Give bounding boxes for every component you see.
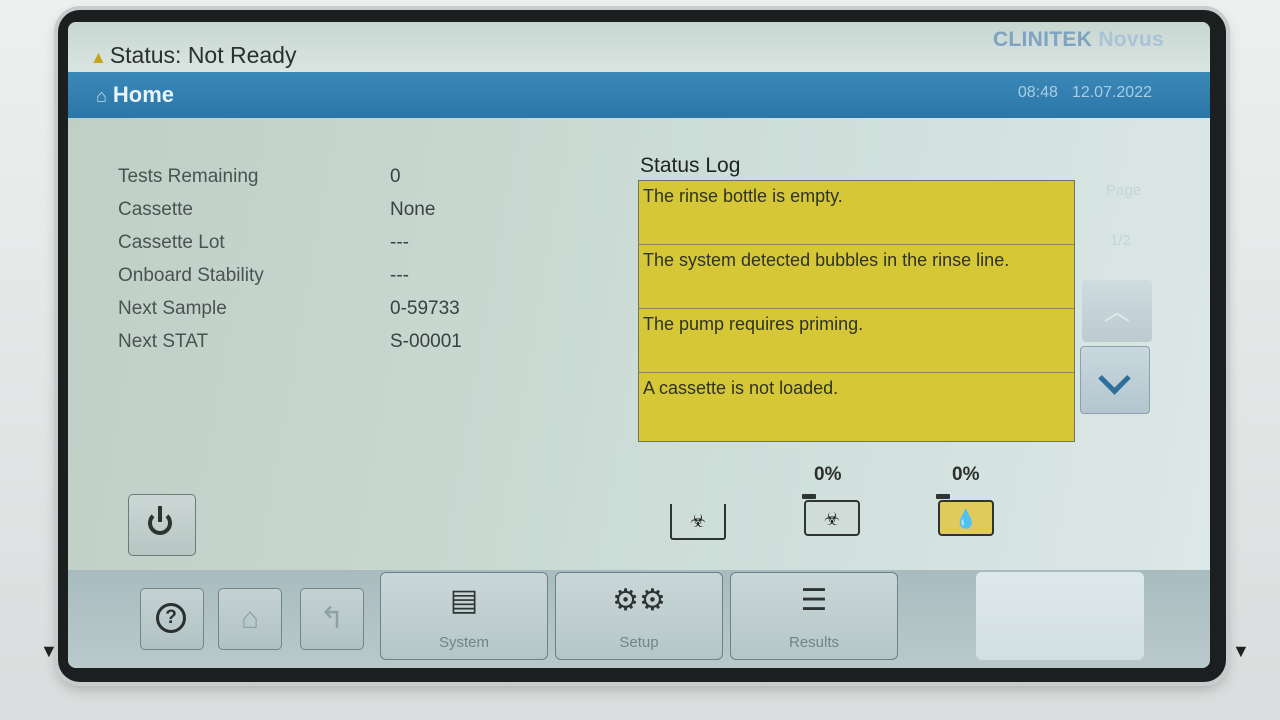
- status-text: Status: Not Ready: [109, 42, 297, 68]
- info-labels: Tests Remaining Cassette Cassette Lot On…: [118, 160, 264, 358]
- chevron-down-icon: [1098, 362, 1131, 395]
- rinse-bottle-cap: [936, 494, 950, 499]
- page-indicator: 1/2: [1110, 232, 1131, 249]
- power-button[interactable]: [128, 494, 196, 556]
- waste-tray-icon[interactable]: ☣: [670, 504, 726, 540]
- help-icon: ?: [156, 603, 186, 633]
- info-value: ---: [390, 265, 409, 286]
- brand-model: Novus: [1098, 28, 1164, 51]
- results-label: Results: [788, 634, 840, 651]
- info-label: Next STAT: [118, 331, 209, 352]
- system-label: System: [438, 634, 489, 651]
- info-value: 0: [390, 166, 401, 187]
- brand-logo: CLINITEK Novus: [993, 28, 1164, 52]
- system-icon: ▤: [449, 584, 479, 617]
- home-button[interactable]: ⌂: [218, 588, 282, 650]
- instrument-status[interactable]: ▲ Status: Not Ready: [90, 42, 296, 69]
- left-scroll-arrow-icon: ▼: [40, 641, 58, 661]
- biohazard-icon: ☣: [823, 509, 841, 529]
- info-values: 0 None --- --- 0-59733 S-00001: [390, 160, 462, 358]
- info-value: 0-59733: [390, 298, 460, 319]
- empty-nav-slot: [976, 572, 1144, 660]
- clock-date: 12.07.2022: [1071, 84, 1152, 101]
- info-label: Cassette: [118, 199, 193, 220]
- waste-level: 0%: [814, 464, 842, 485]
- page-title-text: Home: [112, 82, 174, 107]
- title-bar: ⌂ Home 08:48 12.07.2022: [68, 72, 1210, 118]
- touch-screen: ▲ Status: Not Ready CLINITEK Novus ⌂ Home …: [68, 22, 1210, 668]
- info-value: S-00001: [390, 331, 462, 352]
- gears-icon: ⚙⚙: [612, 584, 666, 617]
- chevron-up-icon: ︿: [1103, 296, 1130, 326]
- waste-bottle-cap: [802, 494, 816, 499]
- droplet-icon: 💧: [954, 509, 978, 529]
- back-button[interactable]: ↰: [300, 588, 364, 650]
- results-button[interactable]: ☰ Results: [730, 572, 898, 660]
- info-label: Onboard Stability: [118, 265, 264, 286]
- brand-name: CLINITEK: [992, 28, 1093, 51]
- info-value: None: [390, 199, 436, 220]
- system-button[interactable]: ▤ System: [380, 572, 548, 660]
- right-scroll-arrow-icon: ▼: [1232, 641, 1250, 661]
- rinse-bottle-icon[interactable]: 💧: [938, 500, 994, 536]
- setup-label: Setup: [619, 634, 659, 651]
- page-label: Page: [1106, 182, 1142, 199]
- status-log-item[interactable]: A cassette is not loaded.: [639, 373, 1074, 437]
- setup-button[interactable]: ⚙⚙ Setup: [555, 572, 723, 660]
- clock-time: 08:48: [1017, 84, 1058, 101]
- clipboard-icon: ☰: [800, 584, 828, 617]
- status-log-item[interactable]: The rinse bottle is empty.: [639, 181, 1074, 245]
- home-icon: ⌂: [240, 602, 260, 635]
- status-log-title: Status Log: [640, 154, 741, 177]
- power-icon-stem: [158, 506, 162, 522]
- rinse-level: 0%: [952, 464, 980, 485]
- page-title: ⌂ Home: [96, 82, 174, 108]
- status-log-item[interactable]: The system detected bubbles in the rinse…: [639, 245, 1074, 309]
- info-label: Cassette Lot: [118, 232, 225, 253]
- status-bar: ▲ Status: Not Ready CLINITEK Novus: [68, 22, 1210, 72]
- info-label: Tests Remaining: [118, 166, 259, 187]
- page-down-button[interactable]: [1080, 346, 1150, 414]
- biohazard-icon: ☣: [689, 511, 707, 531]
- status-log: The rinse bottle is empty. The system de…: [638, 180, 1075, 442]
- warning-icon: ▲: [90, 48, 107, 67]
- help-button[interactable]: ?: [140, 588, 204, 650]
- date-time: 08:48 12.07.2022: [1018, 84, 1152, 102]
- back-icon: ↰: [319, 602, 345, 635]
- page-up-button[interactable]: ︿: [1082, 280, 1152, 342]
- home-icon: ⌂: [96, 86, 107, 106]
- info-label: Next Sample: [118, 298, 227, 319]
- info-value: ---: [390, 232, 409, 253]
- status-log-item[interactable]: The pump requires priming.: [639, 309, 1074, 373]
- waste-bottle-icon[interactable]: ☣: [804, 500, 860, 536]
